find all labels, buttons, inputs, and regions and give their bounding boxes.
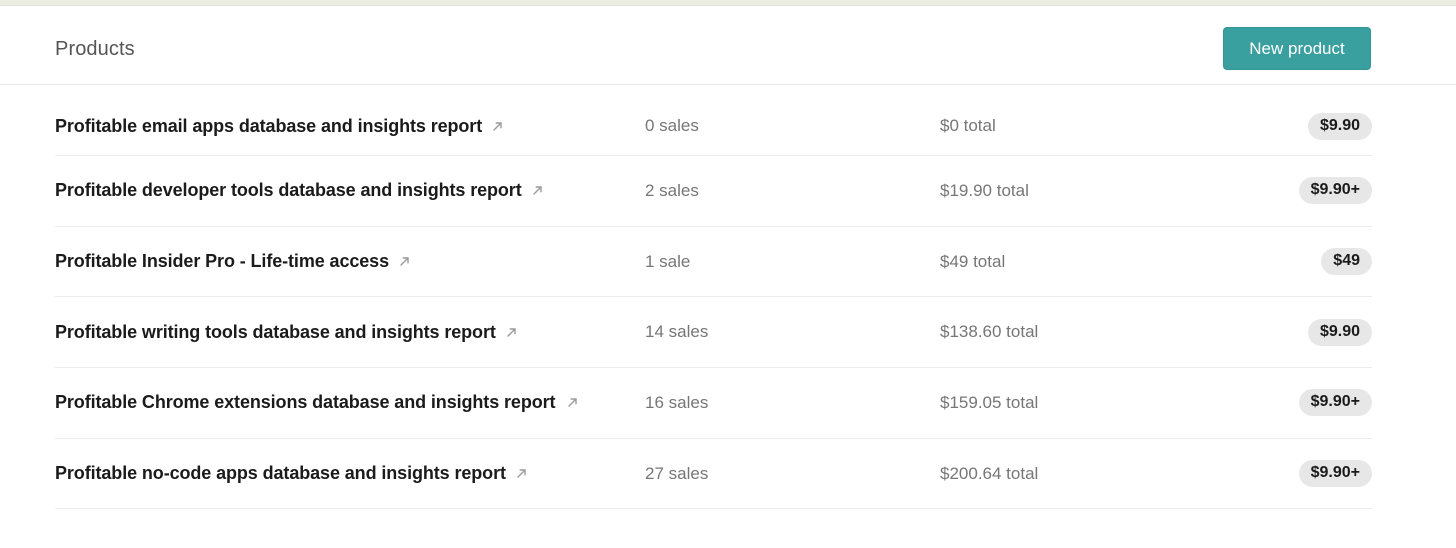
product-list: Profitable email apps database and insig… xyxy=(0,85,1456,509)
product-sales-count: 27 sales xyxy=(645,464,708,484)
external-link-icon xyxy=(399,256,410,267)
product-row[interactable]: Profitable writing tools database and in… xyxy=(55,297,1372,368)
product-sales-count: 1 sale xyxy=(645,252,690,272)
product-sales-total: $159.05 total xyxy=(940,393,1038,413)
product-sales-count: 2 sales xyxy=(645,181,699,201)
product-title: Profitable Chrome extensions database an… xyxy=(55,392,555,413)
product-sales-total: $200.64 total xyxy=(940,464,1038,484)
external-link-icon xyxy=(492,121,503,132)
product-title: Profitable email apps database and insig… xyxy=(55,116,482,137)
new-product-button[interactable]: New product xyxy=(1223,27,1371,70)
product-sales-count: 0 sales xyxy=(645,116,699,136)
product-link[interactable]: Profitable no-code apps database and ins… xyxy=(55,463,527,484)
product-link[interactable]: Profitable developer tools database and … xyxy=(55,180,543,201)
external-link-icon xyxy=(532,185,543,196)
price-badge: $9.90+ xyxy=(1299,389,1372,416)
product-row[interactable]: Profitable Insider Pro - Life-time acces… xyxy=(55,227,1372,298)
product-sales-total: $19.90 total xyxy=(940,181,1029,201)
price-badge: $9.90+ xyxy=(1299,460,1372,487)
product-sales-total: $49 total xyxy=(940,252,1005,272)
product-link[interactable]: Profitable writing tools database and in… xyxy=(55,322,517,343)
product-sales-count: 14 sales xyxy=(645,322,708,342)
product-row[interactable]: Profitable no-code apps database and ins… xyxy=(55,439,1372,510)
product-sales-total: $0 total xyxy=(940,116,996,136)
product-price-container: $9.90+ xyxy=(1299,177,1372,204)
product-row[interactable]: Profitable email apps database and insig… xyxy=(55,85,1372,156)
product-sales-total: $138.60 total xyxy=(940,322,1038,342)
product-price-container: $9.90 xyxy=(1308,319,1372,346)
product-title: Profitable writing tools database and in… xyxy=(55,322,496,343)
external-link-icon xyxy=(567,397,578,408)
product-price-container: $9.90+ xyxy=(1299,460,1372,487)
page-title: Products xyxy=(55,37,135,61)
product-link[interactable]: Profitable Insider Pro - Life-time acces… xyxy=(55,251,410,272)
external-link-icon xyxy=(506,327,517,338)
product-title: Profitable no-code apps database and ins… xyxy=(55,463,506,484)
product-price-container: $9.90 xyxy=(1308,113,1372,140)
product-link[interactable]: Profitable Chrome extensions database an… xyxy=(55,392,578,413)
product-row[interactable]: Profitable Chrome extensions database an… xyxy=(55,368,1372,439)
price-badge: $49 xyxy=(1321,248,1372,275)
external-link-icon xyxy=(516,468,527,479)
product-title: Profitable developer tools database and … xyxy=(55,180,522,201)
product-title: Profitable Insider Pro - Life-time acces… xyxy=(55,251,389,272)
product-price-container: $9.90+ xyxy=(1299,389,1372,416)
product-link[interactable]: Profitable email apps database and insig… xyxy=(55,116,503,137)
page-header: Products New product xyxy=(0,6,1456,85)
product-sales-count: 16 sales xyxy=(645,393,708,413)
price-badge: $9.90+ xyxy=(1299,177,1372,204)
product-row[interactable]: Profitable developer tools database and … xyxy=(55,156,1372,227)
product-price-container: $49 xyxy=(1321,248,1372,275)
price-badge: $9.90 xyxy=(1308,319,1372,346)
price-badge: $9.90 xyxy=(1308,113,1372,140)
